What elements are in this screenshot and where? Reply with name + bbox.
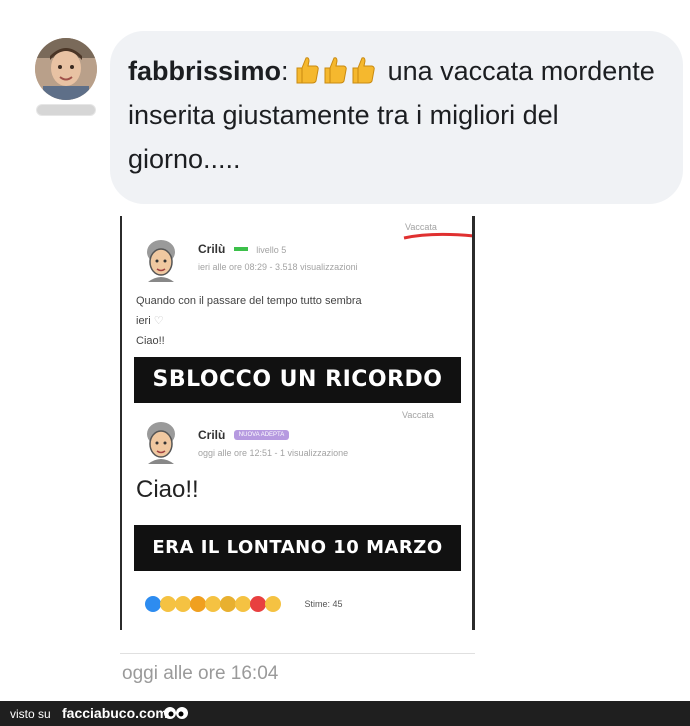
new-member-badge: NUOVA ADEPTA — [233, 429, 290, 440]
post-body-line: Quando con il passare del tempo tutto se… — [136, 295, 362, 307]
comment-screenshot: fabbrissimo: una vaccata mordente inseri… — [0, 0, 690, 726]
embedded-post-2: Vaccata Crilù NUOVA ADEPTA oggi alle ore… — [120, 406, 475, 526]
post-body-line: ieri ♡ — [136, 315, 164, 327]
divider — [120, 653, 475, 654]
stime-count: Stime: 45 — [304, 599, 343, 609]
reactions — [296, 56, 388, 86]
post-author: Crilù — [198, 242, 226, 256]
site-brand-link[interactable]: facciabuco.com — [62, 705, 168, 721]
comment-bubble: fabbrissimo: una vaccata mordente inseri… — [110, 31, 683, 204]
embed-border-left — [120, 216, 122, 630]
emoji-reactions-icon — [145, 596, 281, 612]
level-bar — [233, 246, 248, 251]
post-header: Crilù NUOVA ADEPTA — [198, 426, 290, 444]
author-separator: : — [281, 56, 289, 86]
reactions-row: Stime: 45 — [144, 594, 342, 614]
post-author: Crilù — [198, 428, 226, 442]
post-body-line: Ciao!! — [136, 335, 165, 347]
avatar-photo-icon — [35, 38, 97, 100]
googly-eyes-logo-icon — [164, 707, 188, 719]
grandma-avatar-icon — [147, 422, 175, 464]
comment-timestamp: oggi alle ore 16:04 — [122, 663, 279, 684]
grandma-avatar-icon — [147, 240, 175, 282]
meme-banner: SBLOCCO UN RICORDO — [134, 357, 461, 403]
corner-tag: Vaccata — [402, 410, 434, 420]
red-underline-mark — [403, 232, 475, 240]
post-big-text: Ciao!! — [136, 476, 199, 503]
post-header: Crilù livello 5 — [198, 240, 286, 258]
footer-prefix: visto su — [10, 707, 51, 721]
embedded-post-1: Vaccata Crilù livello 5 ieri alle ore 08… — [120, 216, 475, 356]
user-level-badge — [36, 104, 96, 116]
thumbs-up-icon — [352, 57, 375, 84]
avatar[interactable] — [35, 38, 97, 100]
comment-author[interactable]: fabbrissimo — [128, 56, 281, 86]
comment-text-block: fabbrissimo: una vaccata mordente inseri… — [128, 49, 659, 181]
thumbs-up-icon — [324, 57, 347, 84]
embed-border-right — [472, 216, 475, 630]
post-level: livello 5 — [256, 245, 287, 255]
heart-icon: ♡ — [153, 315, 164, 327]
thumbs-up-icon — [296, 57, 319, 84]
meme-banner: ERA IL LONTANO 10 MARZO — [134, 525, 461, 571]
footer-bar: visto su facciabuco.com — [0, 701, 690, 726]
embedded-screenshot[interactable]: Vaccata Crilù livello 5 ieri alle ore 08… — [120, 216, 475, 654]
post-meta: oggi alle ore 12:51 - 1 visualizzazione — [198, 448, 349, 458]
post-meta: ieri alle ore 08:29 - 3.518 visualizzazi… — [198, 262, 358, 272]
